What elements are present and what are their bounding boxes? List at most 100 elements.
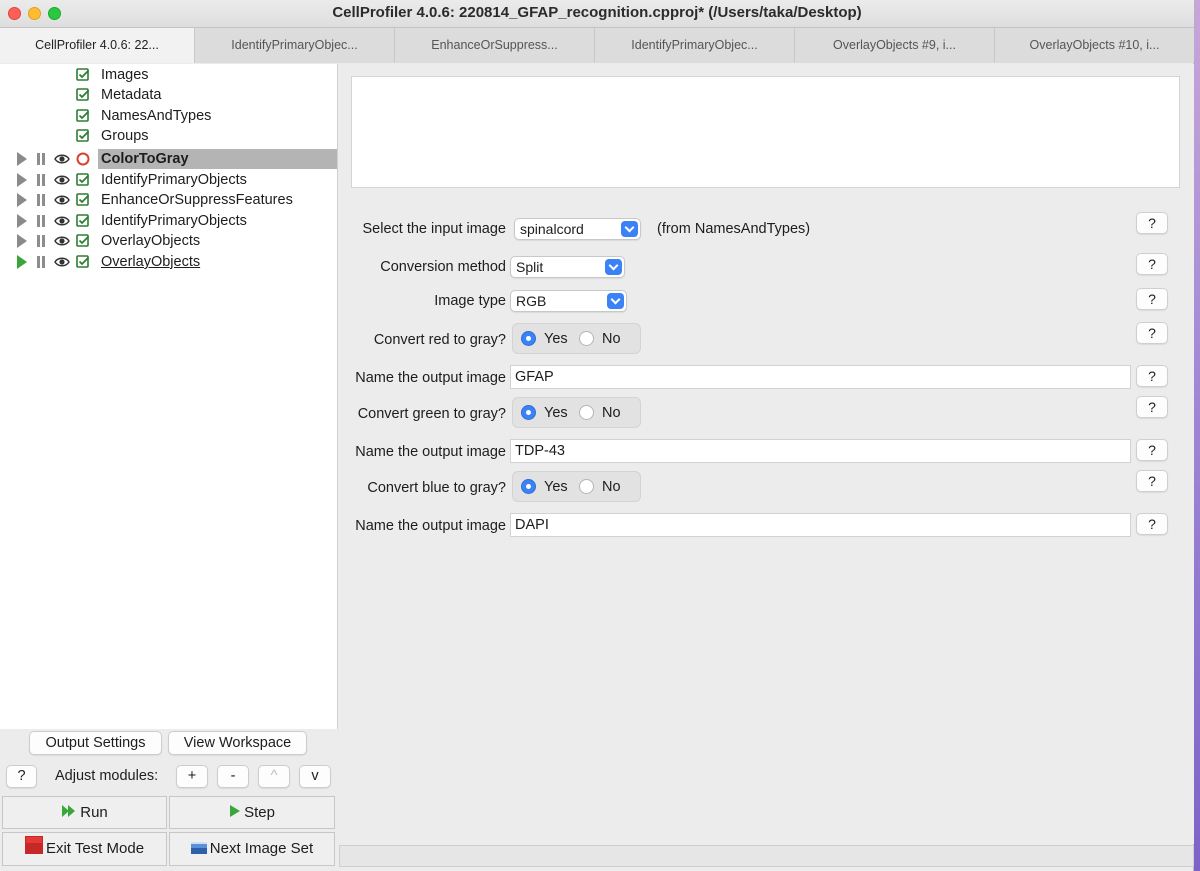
chevron-down-icon [605, 259, 622, 275]
green-output-name-input[interactable]: TDP-43 [510, 439, 1131, 463]
check-icon[interactable] [76, 214, 90, 228]
check-icon[interactable] [76, 68, 90, 82]
no-label: No [602, 479, 621, 495]
help-input-image-button[interactable]: ? [1136, 212, 1168, 234]
module-row-identifyprimaryobjects[interactable]: IdentifyPrimaryObjects [0, 170, 338, 190]
run-button[interactable]: Run [2, 796, 167, 829]
convert-green-radio-group: Yes No [512, 397, 641, 428]
conversion-method-select[interactable]: Split [510, 256, 625, 278]
convert-red-yes-radio[interactable] [521, 331, 536, 346]
chevron-down-icon [621, 221, 638, 237]
next-image-set-button[interactable]: Next Image Set [169, 832, 335, 866]
tab-identify-primary-2[interactable]: IdentifyPrimaryObjec... [595, 28, 795, 63]
help-conversion-button[interactable]: ? [1136, 253, 1168, 275]
help-blue-name-button[interactable]: ? [1136, 513, 1168, 535]
fast-forward-icon [61, 798, 77, 829]
current-position-icon[interactable] [17, 255, 27, 269]
tab-identify-primary-1[interactable]: IdentifyPrimaryObjec... [195, 28, 395, 63]
conversion-method-label: Conversion method [380, 259, 506, 275]
yes-label: Yes [544, 479, 568, 495]
pause-icon[interactable] [36, 256, 46, 269]
help-button[interactable]: ? [6, 765, 37, 788]
blue-output-name-label: Name the output image [355, 518, 506, 534]
input-module-metadata[interactable]: Metadata [0, 85, 338, 105]
image-set-icon [190, 834, 207, 865]
run-to-here-icon[interactable] [17, 234, 27, 248]
output-settings-button[interactable]: Output Settings [29, 731, 162, 755]
pause-icon[interactable] [36, 174, 46, 187]
check-icon[interactable] [76, 109, 90, 123]
exit-test-mode-button[interactable]: Exit Test Mode [2, 832, 167, 866]
check-icon[interactable] [76, 193, 90, 207]
view-workspace-button[interactable]: View Workspace [168, 731, 307, 755]
eye-icon[interactable] [54, 214, 70, 228]
module-label: Groups [101, 128, 149, 144]
input-module-namesandtypes[interactable]: NamesAndTypes [0, 106, 338, 126]
module-row-overlayobjects-current[interactable]: OverlayObjects [0, 252, 338, 272]
input-image-select[interactable]: spinalcord [514, 218, 641, 240]
help-convert-blue-button[interactable]: ? [1136, 470, 1168, 492]
image-type-select[interactable]: RGB [510, 290, 627, 312]
help-green-name-button[interactable]: ? [1136, 439, 1168, 461]
convert-green-yes-radio[interactable] [521, 405, 536, 420]
run-to-here-icon[interactable] [17, 173, 27, 187]
check-icon[interactable] [76, 234, 90, 248]
check-icon[interactable] [76, 129, 90, 143]
eye-icon[interactable] [54, 152, 70, 166]
module-label: OverlayObjects [101, 254, 201, 270]
yes-label: Yes [544, 405, 568, 421]
red-output-name-input[interactable]: GFAP [510, 365, 1131, 389]
help-convert-green-button[interactable]: ? [1136, 396, 1168, 418]
status-bar [339, 845, 1194, 867]
pause-icon[interactable] [36, 153, 46, 166]
pause-icon[interactable] [36, 194, 46, 207]
run-label: Run [80, 804, 108, 821]
help-image-type-button[interactable]: ? [1136, 288, 1168, 310]
convert-blue-label: Convert blue to gray? [367, 480, 506, 496]
step-label: Step [244, 804, 275, 821]
convert-blue-yes-radio[interactable] [521, 479, 536, 494]
tab-pipeline[interactable]: CellProfiler 4.0.6: 22... [0, 28, 195, 63]
remove-module-button[interactable]: - [217, 765, 249, 788]
check-icon[interactable] [76, 173, 90, 187]
run-to-here-icon[interactable] [17, 152, 27, 166]
convert-red-no-radio[interactable] [579, 331, 594, 346]
convert-red-radio-group: Yes No [512, 323, 641, 354]
adjust-modules-label: Adjust modules: [55, 768, 159, 784]
module-notes-textarea[interactable] [351, 76, 1180, 188]
tab-overlay-10[interactable]: OverlayObjects #10, i... [995, 28, 1194, 63]
add-module-button[interactable]: + [176, 765, 208, 788]
check-icon[interactable] [76, 255, 90, 269]
step-button[interactable]: Step [169, 796, 335, 829]
module-row-identifyprimaryobjects-2[interactable]: IdentifyPrimaryObjects [0, 211, 338, 231]
module-row-enhanceorsuppressfeatures[interactable]: EnhanceOrSuppressFeatures [0, 190, 338, 210]
tab-overlay-9[interactable]: OverlayObjects #9, i... [795, 28, 995, 63]
blue-output-name-input[interactable]: DAPI [510, 513, 1131, 537]
play-icon [229, 798, 241, 829]
convert-green-no-radio[interactable] [579, 405, 594, 420]
run-to-here-icon[interactable] [17, 214, 27, 228]
move-module-down-button[interactable]: v [299, 765, 331, 788]
error-icon[interactable] [76, 152, 90, 166]
help-red-name-button[interactable]: ? [1136, 365, 1168, 387]
convert-blue-no-radio[interactable] [579, 479, 594, 494]
help-convert-red-button[interactable]: ? [1136, 322, 1168, 344]
eye-icon[interactable] [54, 173, 70, 187]
move-module-up-button[interactable]: ^ [258, 765, 290, 788]
eye-icon[interactable] [54, 255, 70, 269]
pause-icon[interactable] [36, 215, 46, 228]
input-image-source: (from NamesAndTypes) [657, 221, 811, 237]
module-label: IdentifyPrimaryObjects [101, 213, 247, 229]
run-to-here-icon[interactable] [17, 193, 27, 207]
eye-icon[interactable] [54, 234, 70, 248]
module-row-overlayobjects[interactable]: OverlayObjects [0, 231, 338, 251]
module-row-colortogray[interactable]: ColorToGray [0, 149, 338, 169]
image-type-value: RGB [516, 293, 547, 309]
tab-enhance-suppress[interactable]: EnhanceOrSuppress... [395, 28, 595, 63]
pause-icon[interactable] [36, 235, 46, 248]
eye-icon[interactable] [54, 193, 70, 207]
input-module-images[interactable]: Images [0, 65, 338, 85]
module-label: Metadata [101, 87, 162, 103]
check-icon[interactable] [76, 88, 90, 102]
input-module-groups[interactable]: Groups [0, 126, 338, 146]
